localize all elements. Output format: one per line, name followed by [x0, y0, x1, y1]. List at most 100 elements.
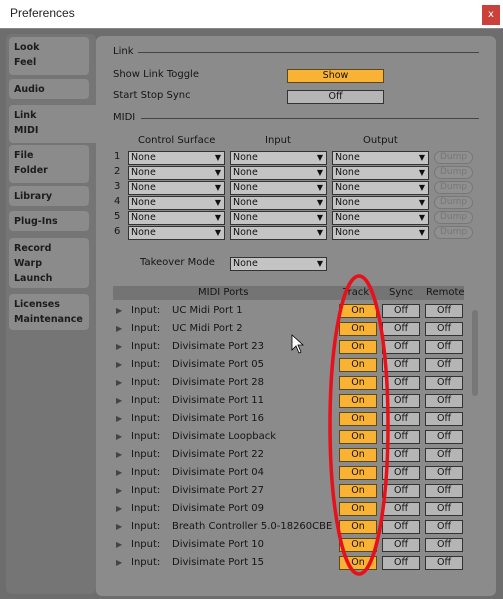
- control-surface-dropdown[interactable]: None ▼: [128, 226, 225, 240]
- output-dropdown[interactable]: None ▼: [332, 196, 429, 210]
- sync-toggle[interactable]: Off: [382, 430, 420, 444]
- sync-toggle[interactable]: Off: [382, 322, 420, 336]
- sidebar-tab[interactable]: Licenses Maintenance: [9, 294, 89, 330]
- output-dropdown[interactable]: None ▼: [332, 181, 429, 195]
- sync-toggle[interactable]: Off: [382, 394, 420, 408]
- track-toggle[interactable]: On: [339, 466, 377, 480]
- dump-button[interactable]: Dump: [434, 151, 473, 164]
- sync-toggle[interactable]: Off: [382, 304, 420, 318]
- dump-button[interactable]: Dump: [434, 166, 473, 179]
- track-toggle[interactable]: On: [339, 430, 377, 444]
- track-toggle[interactable]: On: [339, 412, 377, 426]
- remote-toggle[interactable]: Off: [425, 376, 463, 390]
- remote-toggle[interactable]: Off: [425, 538, 463, 552]
- sync-toggle[interactable]: Off: [382, 538, 420, 552]
- control-surface-dropdown[interactable]: None ▼: [128, 196, 225, 210]
- track-toggle[interactable]: On: [339, 358, 377, 372]
- expand-triangle-icon[interactable]: ▶: [116, 468, 122, 477]
- output-dropdown[interactable]: None ▼: [332, 211, 429, 225]
- expand-triangle-icon[interactable]: ▶: [116, 414, 122, 423]
- show-link-toggle-button[interactable]: Show: [287, 69, 384, 83]
- remote-toggle[interactable]: Off: [425, 520, 463, 534]
- port-direction: Input:: [131, 395, 161, 406]
- remote-toggle[interactable]: Off: [425, 484, 463, 498]
- sidebar-tab[interactable]: Look Feel: [9, 37, 89, 75]
- start-stop-sync-button[interactable]: Off: [287, 90, 384, 104]
- input-dropdown[interactable]: None ▼: [230, 226, 327, 240]
- expand-triangle-icon[interactable]: ▶: [116, 378, 122, 387]
- expand-triangle-icon[interactable]: ▶: [116, 504, 122, 513]
- control-surface-dropdown[interactable]: None ▼: [128, 211, 225, 225]
- dump-button[interactable]: Dump: [434, 196, 473, 209]
- remote-toggle[interactable]: Off: [425, 304, 463, 318]
- input-dropdown[interactable]: None ▼: [230, 166, 327, 180]
- expand-triangle-icon[interactable]: ▶: [116, 486, 122, 495]
- output-dropdown[interactable]: None ▼: [332, 166, 429, 180]
- chevron-down-icon: ▼: [316, 153, 323, 162]
- remote-toggle[interactable]: Off: [425, 430, 463, 444]
- track-toggle[interactable]: On: [339, 484, 377, 498]
- expand-triangle-icon[interactable]: ▶: [116, 540, 122, 549]
- sync-toggle[interactable]: Off: [382, 502, 420, 516]
- track-toggle[interactable]: On: [339, 322, 377, 336]
- dump-button[interactable]: Dump: [434, 226, 473, 239]
- remote-toggle[interactable]: Off: [425, 322, 463, 336]
- sync-toggle[interactable]: Off: [382, 376, 420, 390]
- sidebar-tab[interactable]: Link MIDI: [9, 105, 101, 143]
- sidebar-tab[interactable]: File Folder: [9, 145, 89, 183]
- sync-toggle[interactable]: Off: [382, 556, 420, 570]
- input-dropdown[interactable]: None ▼: [230, 211, 327, 225]
- remote-toggle[interactable]: Off: [425, 358, 463, 372]
- expand-triangle-icon[interactable]: ▶: [116, 522, 122, 531]
- control-surface-dropdown[interactable]: None ▼: [128, 166, 225, 180]
- sync-toggle[interactable]: Off: [382, 448, 420, 462]
- sidebar-tab[interactable]: Record Warp Launch: [9, 238, 89, 288]
- track-toggle[interactable]: On: [339, 502, 377, 516]
- sidebar-tab[interactable]: Plug-Ins: [9, 211, 89, 231]
- control-surface-dropdown[interactable]: None ▼: [128, 181, 225, 195]
- sync-toggle[interactable]: Off: [382, 484, 420, 498]
- track-toggle[interactable]: On: [339, 394, 377, 408]
- expand-triangle-icon[interactable]: ▶: [116, 558, 122, 567]
- remote-toggle[interactable]: Off: [425, 556, 463, 570]
- expand-triangle-icon[interactable]: ▶: [116, 432, 122, 441]
- input-dropdown[interactable]: None ▼: [230, 181, 327, 195]
- sync-toggle[interactable]: Off: [382, 358, 420, 372]
- expand-triangle-icon[interactable]: ▶: [116, 396, 122, 405]
- track-toggle[interactable]: On: [339, 340, 377, 354]
- remote-toggle[interactable]: Off: [425, 412, 463, 426]
- expand-triangle-icon[interactable]: ▶: [116, 360, 122, 369]
- output-dropdown[interactable]: None ▼: [332, 226, 429, 240]
- input-dropdown[interactable]: None ▼: [230, 151, 327, 165]
- sidebar-tab[interactable]: Library: [9, 186, 89, 206]
- remote-toggle[interactable]: Off: [425, 448, 463, 462]
- control-surface-dropdown[interactable]: None ▼: [128, 151, 225, 165]
- sync-toggle[interactable]: Off: [382, 466, 420, 480]
- track-toggle[interactable]: On: [339, 556, 377, 570]
- row-number: 5: [114, 211, 121, 222]
- output-dropdown[interactable]: None ▼: [332, 151, 429, 165]
- sync-toggle[interactable]: Off: [382, 340, 420, 354]
- track-toggle[interactable]: On: [339, 448, 377, 462]
- remote-toggle[interactable]: Off: [425, 340, 463, 354]
- dump-button[interactable]: Dump: [434, 211, 473, 224]
- remote-toggle[interactable]: Off: [425, 394, 463, 408]
- sidebar-tab[interactable]: Audio: [9, 79, 89, 99]
- expand-triangle-icon[interactable]: ▶: [116, 306, 122, 315]
- expand-triangle-icon[interactable]: ▶: [116, 324, 122, 333]
- dump-button[interactable]: Dump: [434, 181, 473, 194]
- track-toggle[interactable]: On: [339, 376, 377, 390]
- track-toggle[interactable]: On: [339, 520, 377, 534]
- remote-toggle[interactable]: Off: [425, 466, 463, 480]
- input-dropdown[interactable]: None ▼: [230, 196, 327, 210]
- sync-toggle[interactable]: Off: [382, 520, 420, 534]
- sync-toggle[interactable]: Off: [382, 412, 420, 426]
- track-toggle[interactable]: On: [339, 538, 377, 552]
- takeover-mode-dropdown[interactable]: None ▼: [230, 257, 327, 271]
- scrollbar[interactable]: [472, 310, 478, 396]
- expand-triangle-icon[interactable]: ▶: [116, 342, 122, 351]
- close-button[interactable]: x: [482, 5, 500, 25]
- remote-toggle[interactable]: Off: [425, 502, 463, 516]
- expand-triangle-icon[interactable]: ▶: [116, 450, 122, 459]
- track-toggle[interactable]: On: [339, 304, 377, 318]
